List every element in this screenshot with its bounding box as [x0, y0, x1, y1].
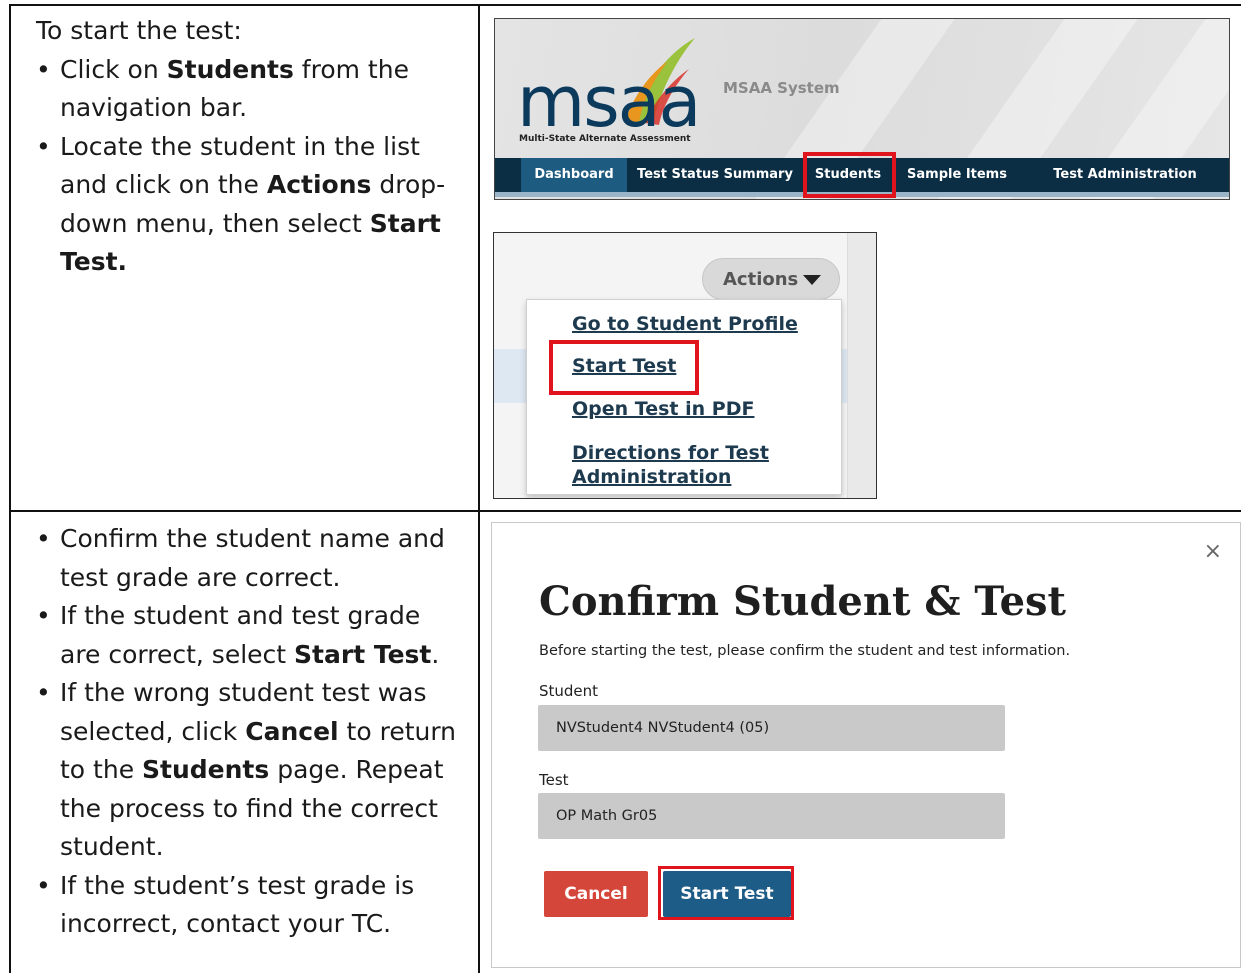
- row1-intro: To start the test:: [36, 16, 242, 45]
- msaa-logo: msaa: [517, 61, 701, 143]
- menu-item-directions-for-test-administration[interactable]: Directions for Test Administration: [572, 441, 792, 489]
- caret-down-icon: [803, 275, 821, 285]
- bullet-icon: •: [36, 678, 51, 707]
- msaa-header-screenshot: msaa Multi-State Alternate Assessment MS…: [494, 18, 1230, 200]
- row1-bullet-list: • Click on Students from the navigation b…: [36, 51, 461, 282]
- modal-title: Confirm Student & Test: [539, 578, 1067, 625]
- system-title: MSAA System: [723, 79, 840, 97]
- menu-item-open-test-in-pdf[interactable]: Open Test in PDF: [572, 397, 754, 421]
- actions-label: Actions: [723, 269, 799, 290]
- bullet-icon: •: [36, 131, 51, 161]
- row1-instructions: To start the test: • Click on Students fr…: [36, 12, 461, 282]
- list-item: • If the wrong student test was selected,…: [36, 674, 464, 867]
- nav-dashboard[interactable]: Dashboard: [521, 158, 627, 192]
- cancel-button[interactable]: Cancel: [544, 871, 648, 917]
- test-field: OP Math Gr05: [538, 793, 1005, 839]
- list-item: • If the student’s test grade is incorrec…: [36, 867, 464, 944]
- bullet-icon: •: [36, 524, 51, 553]
- nav-test-status-summary[interactable]: Test Status Summary: [635, 158, 795, 192]
- row2-instructions: • Confirm the student name and test grade…: [36, 520, 464, 944]
- confirm-modal-screenshot: × Confirm Student & Test Before starting…: [491, 522, 1241, 968]
- list-item: • If the student and test grade are corre…: [36, 597, 464, 674]
- table-border-top: [9, 4, 1241, 6]
- nav-test-administration-training[interactable]: Test Administration Training: [1025, 158, 1225, 192]
- actions-button[interactable]: Actions: [702, 258, 840, 300]
- actions-menu: Go to Student Profile Start Test Open Te…: [526, 299, 842, 495]
- scroll-strip: [847, 233, 876, 498]
- menu-item-go-to-student-profile[interactable]: Go to Student Profile: [572, 312, 798, 336]
- list-item: • Click on Students from the navigation b…: [36, 51, 461, 128]
- start-test-highlight-box: [549, 340, 699, 395]
- list-item: • Confirm the student name and test grade…: [36, 520, 464, 597]
- test-label: Test: [539, 771, 569, 789]
- students-highlight-box: [803, 152, 896, 198]
- student-label: Student: [539, 682, 599, 700]
- modal-description: Before starting the test, please confirm…: [539, 643, 1071, 659]
- row2-bullet-list: • Confirm the student name and test grade…: [36, 520, 464, 944]
- bullet-icon: •: [36, 54, 51, 84]
- bullet-icon: •: [36, 601, 51, 630]
- table-column-divider: [478, 4, 480, 973]
- close-icon[interactable]: ×: [1204, 541, 1222, 563]
- bullet-icon: •: [36, 870, 51, 900]
- actions-dropdown-screenshot: Actions Go to Student Profile Start Test…: [493, 232, 877, 499]
- list-item: • Locate the student in the list and clic…: [36, 128, 461, 282]
- msaa-logo-subtitle: Multi-State Alternate Assessment: [519, 134, 691, 144]
- table-row-divider: [9, 510, 1241, 512]
- table-border-left: [9, 4, 11, 973]
- start-test-highlight-box: [658, 866, 794, 920]
- nav-sample-items[interactable]: Sample Items: [903, 158, 1011, 192]
- student-field: NVStudent4 NVStudent4 (05): [538, 705, 1005, 751]
